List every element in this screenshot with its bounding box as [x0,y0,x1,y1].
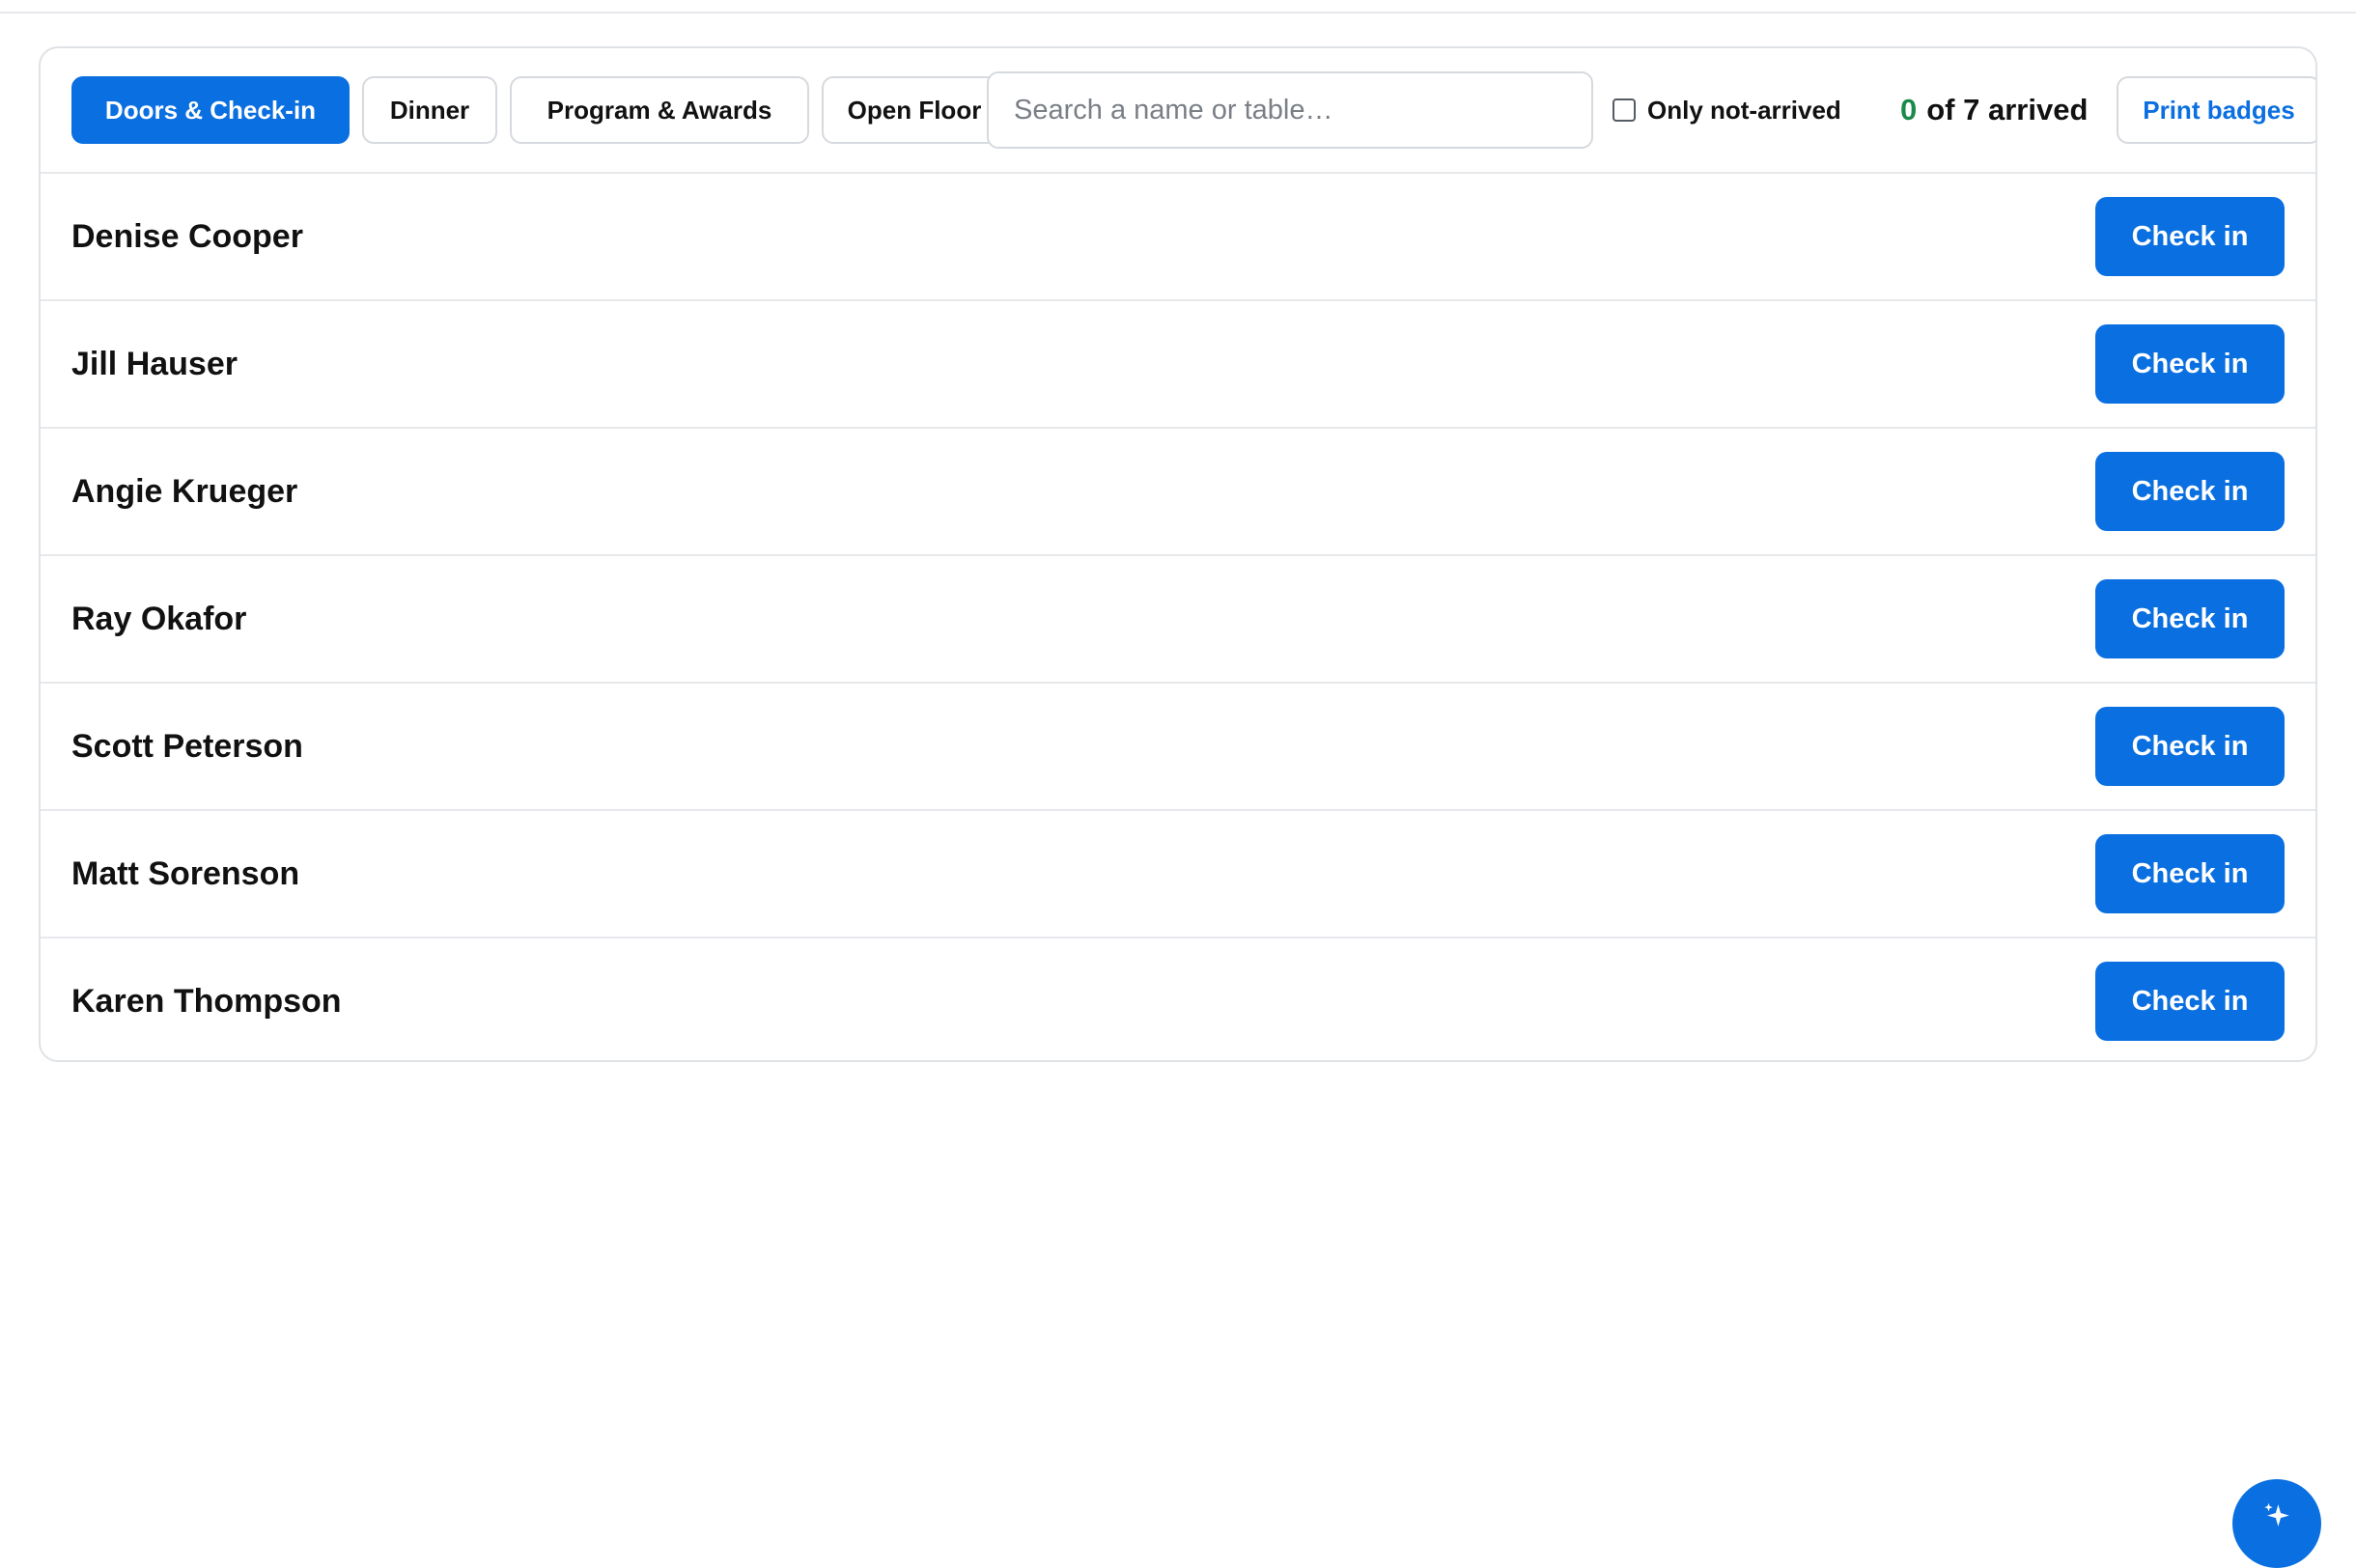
arrived-total-text: of 7 arrived [1926,93,2089,126]
guest-name: Matt Sorenson [71,854,300,892]
search-input[interactable] [987,71,1593,149]
checkin-panel: Doors & Check-in Dinner Program & Awards… [39,46,2317,1062]
not-arrived-label: Only not-arrived [1647,95,1841,125]
guest-name: Karen Thompson [71,982,342,1020]
guest-name: Angie Krueger [71,472,298,510]
arrived-count: 0 [1900,93,1918,126]
guest-row: Karen Thompson Check in [41,938,2315,1060]
guest-row: Angie Krueger Check in [41,429,2315,556]
guest-row: Scott Peterson Check in [41,684,2315,811]
tab-program-awards[interactable]: Program & Awards [510,76,809,144]
check-in-button[interactable]: Check in [2095,324,2285,404]
check-in-button[interactable]: Check in [2095,962,2285,1041]
tab-open-floor[interactable]: Open Floor [822,76,1007,144]
tab-doors-check-in[interactable]: Doors & Check-in [71,76,350,144]
check-in-button[interactable]: Check in [2095,197,2285,276]
print-badges-button[interactable]: Print badges [2117,76,2315,144]
check-in-button[interactable]: Check in [2095,452,2285,531]
guest-row: Jill Hauser Check in [41,301,2315,429]
toolbar: Doors & Check-in Dinner Program & Awards… [41,48,2315,174]
not-arrived-checkbox[interactable] [1613,98,1636,122]
tab-dinner[interactable]: Dinner [362,76,497,144]
guest-name: Ray Okafor [71,600,247,637]
guest-row: Matt Sorenson Check in [41,811,2315,938]
guest-row: Ray Okafor Check in [41,556,2315,684]
check-in-button[interactable]: Check in [2095,579,2285,658]
arrival-status: 0 of 7 arrived [1900,91,2088,129]
guest-row: Denise Cooper Check in [41,174,2315,301]
not-arrived-filter[interactable]: Only not-arrived [1613,91,1841,129]
check-in-button[interactable]: Check in [2095,834,2285,913]
guest-name: Denise Cooper [71,217,303,255]
check-in-button[interactable]: Check in [2095,707,2285,786]
sparkle-icon [2264,1502,2289,1526]
guest-name: Scott Peterson [71,727,303,765]
top-divider [0,0,2356,14]
assistant-fab-button[interactable] [2232,1479,2321,1568]
guest-name: Jill Hauser [71,345,238,382]
